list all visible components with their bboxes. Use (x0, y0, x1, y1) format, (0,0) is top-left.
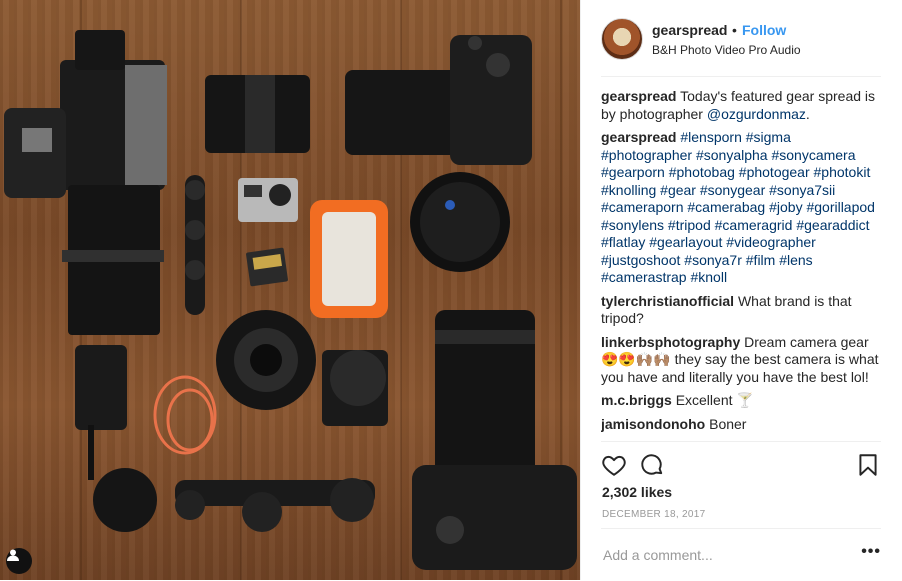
list-item: linkerbsphotography Dream camera gear 😍😍… (601, 334, 885, 387)
follow-button[interactable]: Follow (742, 22, 786, 38)
instagram-post: gearspread • Follow B&H Photo Video Pro … (0, 0, 902, 580)
hashtag-comment-author[interactable]: gearspread (601, 129, 676, 145)
tagged-users-icon[interactable] (6, 548, 32, 574)
like-count[interactable]: 2,302 likes (602, 484, 672, 500)
location[interactable]: B&H Photo Video Pro Audio (652, 43, 801, 57)
list-item: tylerchristianofficial What brand is tha… (601, 293, 885, 328)
prime-lens (205, 75, 310, 153)
zeiss-lens (410, 172, 510, 272)
hashtags[interactable]: #lensporn #sigma #photographer #sonyalph… (601, 129, 875, 285)
action-bar (601, 441, 881, 486)
list-item: m.c.briggs Excellent 🍸 (601, 392, 885, 410)
sony-camera (345, 35, 532, 165)
more-options-icon[interactable]: ••• (861, 543, 881, 561)
add-comment-bar: ••• (601, 528, 881, 581)
comment-icon[interactable] (639, 452, 665, 478)
action-camera (238, 178, 298, 222)
lens-adapter (322, 350, 388, 426)
post-photo[interactable] (0, 0, 580, 580)
caption: gearspread Today's featured gear spread … (601, 88, 885, 123)
comment-text: Boner (709, 415, 747, 432)
gear-flatlay-illustration (4, 30, 577, 570)
rugged-hard-drive (310, 200, 388, 318)
post-sidebar: gearspread • Follow B&H Photo Video Pro … (580, 0, 902, 580)
comment-author[interactable]: linkerbsphotography (601, 334, 740, 350)
sony-camera-body (412, 465, 577, 570)
heart-icon[interactable] (601, 452, 627, 478)
mini-tripod (175, 478, 375, 532)
avatar[interactable] (601, 18, 643, 60)
memory-cards (246, 247, 288, 287)
wide-angle-lens (216, 310, 316, 410)
hashtag-comment: gearspread #lensporn #sigma #photographe… (601, 129, 885, 287)
post-date: DECEMBER 18, 2017 (602, 509, 706, 520)
comment-input[interactable] (601, 543, 845, 567)
username[interactable]: gearspread (652, 22, 727, 38)
comment-author[interactable]: tylerchristianofficial (601, 293, 734, 309)
comment-author[interactable]: m.c.briggs (601, 392, 672, 408)
bookmark-icon[interactable] (855, 452, 881, 478)
mention-link[interactable]: @ozgurdonmaz (707, 106, 806, 122)
comments-list[interactable]: gearspread Today's featured gear spread … (601, 88, 885, 440)
caption-author[interactable]: gearspread (601, 88, 676, 104)
comment-text: Excellent 🍸 (675, 392, 754, 408)
orange-cable (153, 375, 217, 455)
flash-trigger (75, 345, 127, 480)
list-item: jamisondonoho Boner (601, 416, 885, 434)
separator-dot: • (732, 22, 737, 38)
lens-cap (93, 468, 157, 532)
post-header: gearspread • Follow B&H Photo Video Pro … (601, 18, 881, 77)
caption-end: . (805, 105, 810, 122)
medium-format-camera (4, 30, 167, 335)
comment-author[interactable]: jamisondonoho (601, 416, 705, 432)
gorillapod (185, 175, 205, 315)
